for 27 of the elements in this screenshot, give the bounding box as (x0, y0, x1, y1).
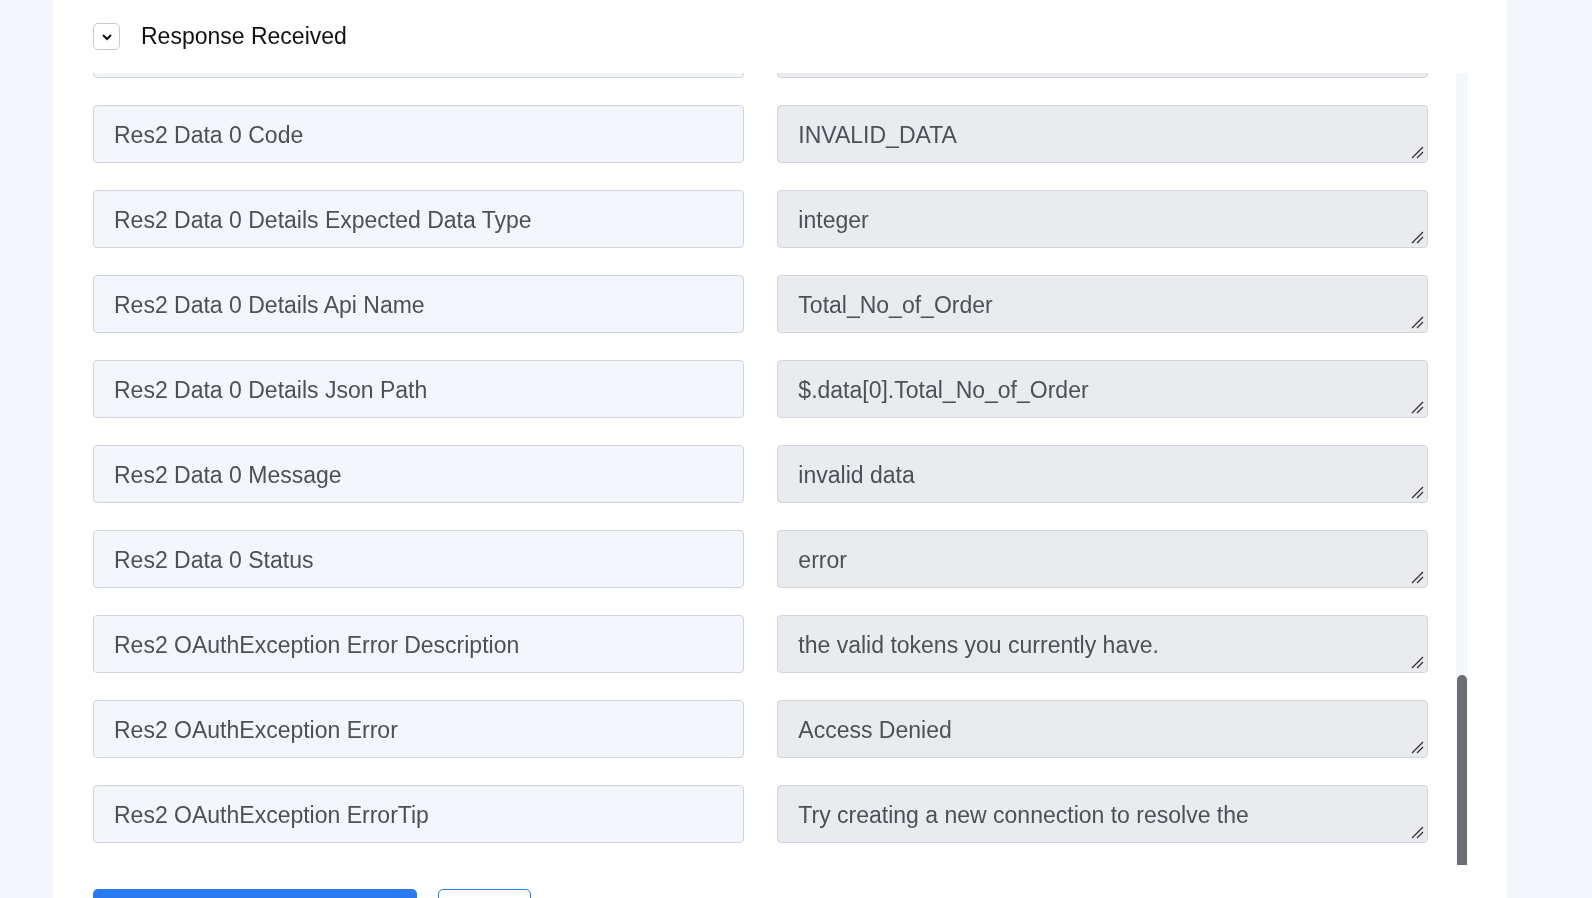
field-name: Res2 Data 0 Details Expected Data Type (93, 190, 745, 248)
field-name: Res2 Data 0 Details Json Path (93, 360, 745, 418)
field-name: Res2 OAuthException ErrorTip (93, 785, 745, 843)
resize-handle-icon[interactable] (1410, 485, 1424, 499)
field-name: Res2 OAuthException Error (93, 700, 745, 758)
resize-handle-icon[interactable] (1410, 570, 1424, 584)
value-field[interactable]: invalid data (798, 458, 915, 493)
field-name: Res2 OAuthException Error Description (93, 615, 745, 673)
scrollbar-thumb[interactable] (1457, 675, 1467, 865)
field-name: Res2 Data 0 Details Api Name (93, 275, 745, 333)
resize-handle-icon[interactable] (1410, 230, 1424, 244)
resize-handle-icon[interactable] (1410, 740, 1424, 754)
resize-handle-icon[interactable] (1410, 655, 1424, 669)
collapse-toggle[interactable] (93, 23, 120, 50)
field-name: Res2 Data 0 Code (93, 105, 745, 163)
field-name: Res2 Data 0 Status (93, 530, 745, 588)
resize-handle-icon[interactable] (1410, 400, 1424, 414)
field-name: Res2 Data 0 Message (93, 445, 745, 503)
resize-handle-icon[interactable] (1410, 145, 1424, 159)
resize-handle-icon[interactable] (1410, 825, 1424, 839)
value-field[interactable]: error (798, 543, 847, 578)
value-field[interactable]: Access Denied (798, 713, 952, 748)
value-field[interactable]: integer (798, 203, 869, 238)
section-title: Response Received (141, 22, 347, 52)
value-field[interactable]: Total_No_of_Order (798, 288, 993, 323)
value-field[interactable]: INVALID_DATA (798, 118, 957, 153)
resize-handle-icon[interactable] (1410, 315, 1424, 329)
